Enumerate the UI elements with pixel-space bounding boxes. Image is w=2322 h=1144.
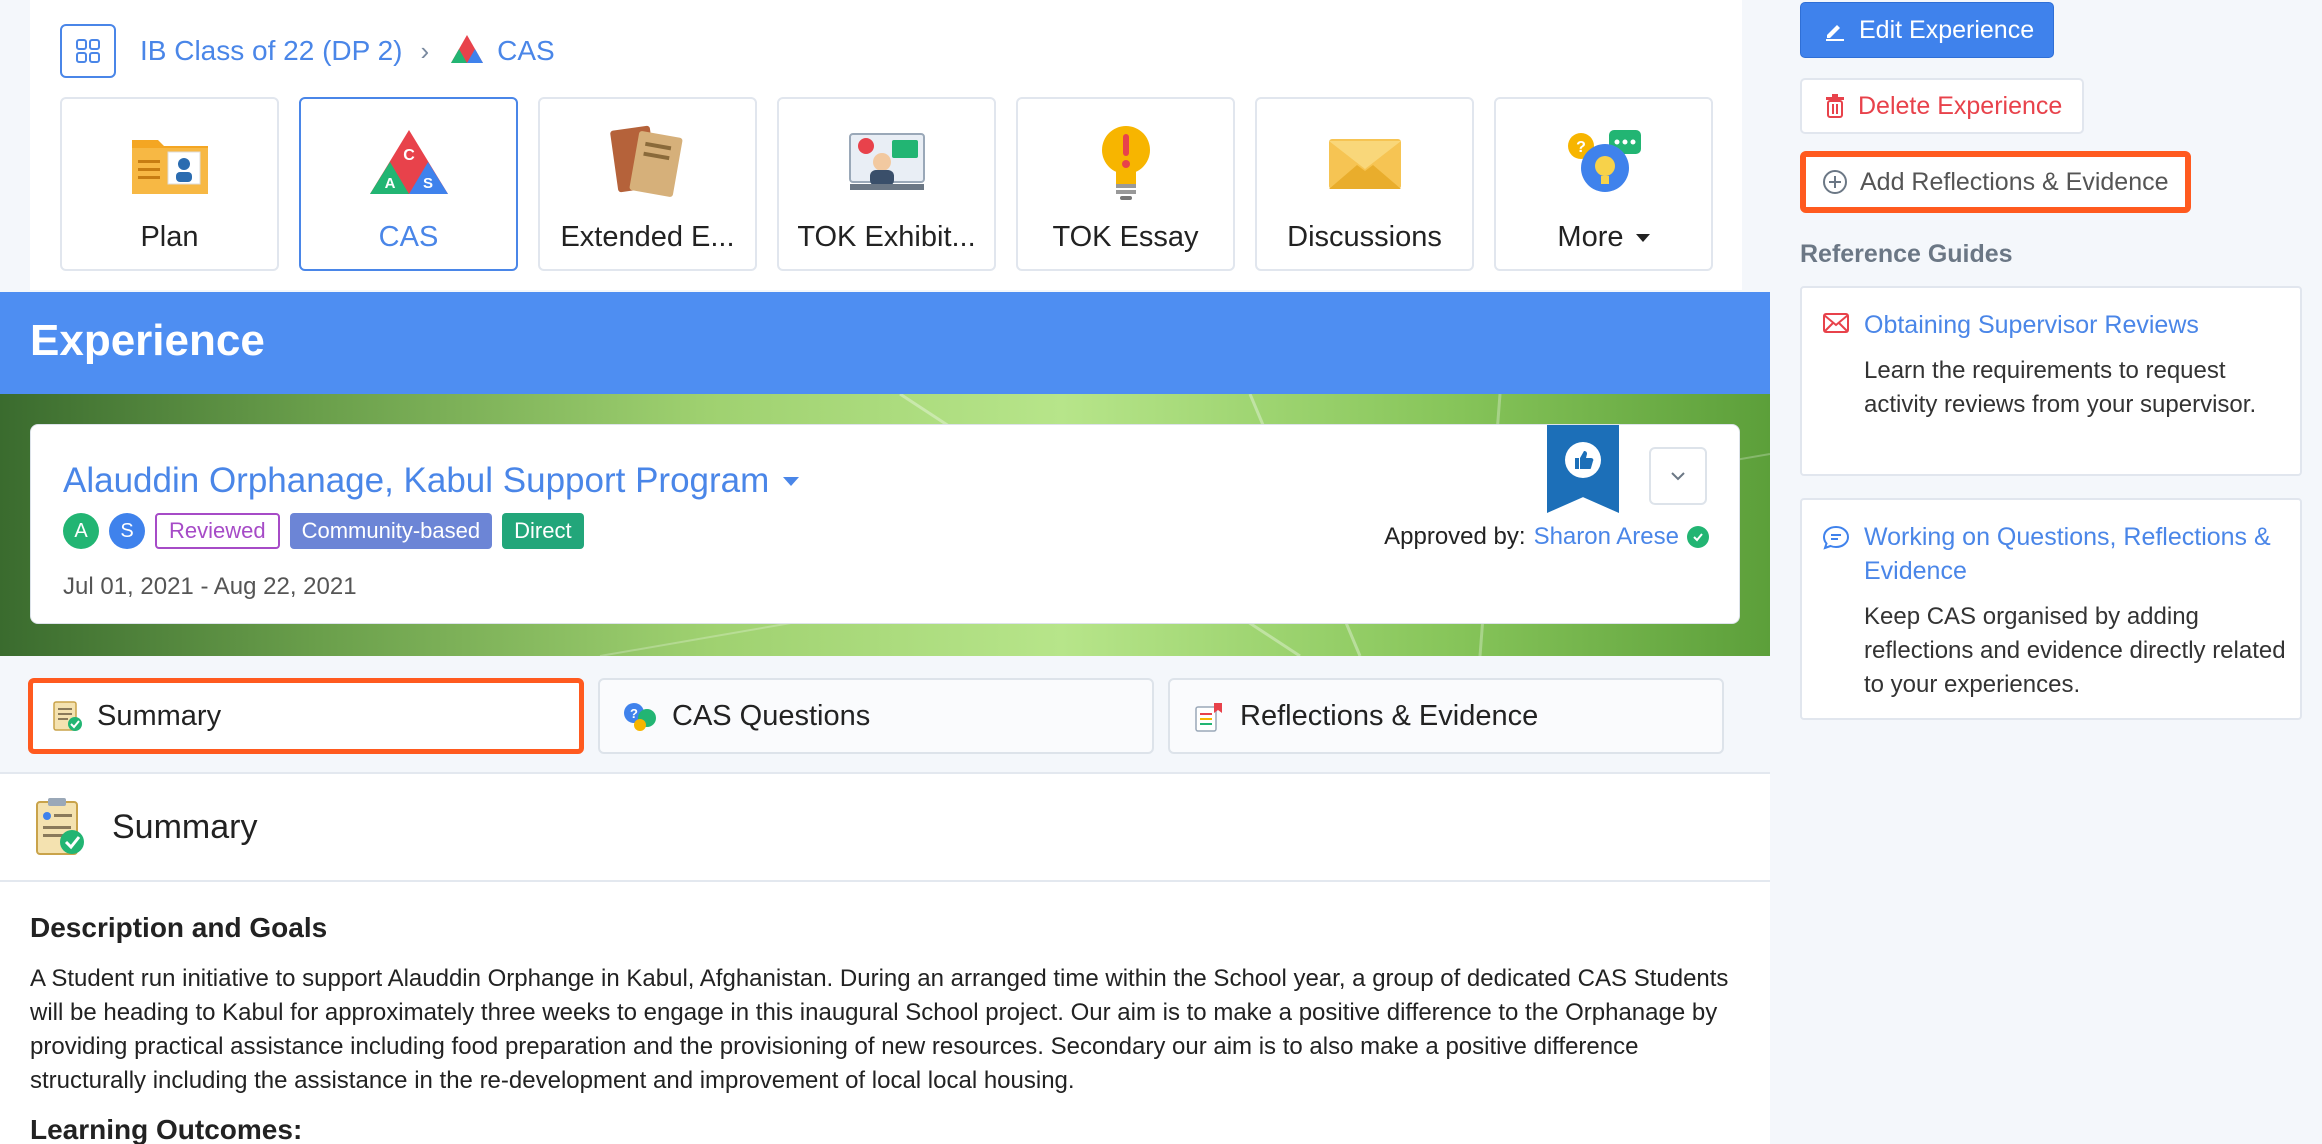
add-reflections-evidence-button[interactable]: Add Reflections & Evidence	[1800, 151, 2191, 213]
lightbulb-icon	[1096, 121, 1156, 203]
experience-options-button[interactable]	[1649, 447, 1707, 505]
svg-text:C: C	[403, 147, 415, 164]
more-label: More	[1557, 221, 1624, 253]
chevron-right-icon: ›	[420, 35, 430, 66]
folder-plan-icon	[128, 121, 212, 203]
tile-label: Plan	[140, 221, 199, 253]
guide-link[interactable]: Working on Questions, Reflections & Evid…	[1864, 520, 2289, 588]
tab-label: Reflections & Evidence	[1240, 699, 1539, 732]
tab-reflections-evidence[interactable]: Reflections & Evidence	[1168, 678, 1724, 754]
books-icon	[608, 121, 688, 203]
experience-title: Alauddin Orphanage, Kabul Support Progra…	[63, 461, 770, 500]
svg-text:S: S	[422, 175, 432, 192]
experience-header-title: Experience	[30, 316, 265, 365]
learning-outcomes-heading: Learning Outcomes:	[30, 1114, 303, 1144]
guide-link[interactable]: Obtaining Supervisor Reviews	[1864, 308, 2289, 342]
breadcrumb: IB Class of 22 (DP 2) › CAS	[60, 24, 555, 78]
envelope-icon	[1325, 121, 1405, 203]
tile-tok-essay[interactable]: TOK Essay	[1016, 97, 1235, 271]
tab-summary[interactable]: Summary	[28, 678, 584, 754]
experience-title-dropdown[interactable]: Alauddin Orphanage, Kabul Support Progra…	[63, 461, 800, 501]
edit-experience-button[interactable]: Edit Experience	[1800, 2, 2054, 58]
envelope-outline-icon	[1822, 312, 1850, 339]
tab-cas-questions[interactable]: ? CAS Questions	[598, 678, 1154, 754]
caret-down-icon	[1635, 234, 1650, 243]
summary-header: Summary	[0, 774, 1770, 882]
pencil-icon	[1823, 18, 1847, 42]
thumbs-up-ribbon	[1547, 425, 1619, 513]
experience-header: Experience	[0, 292, 1770, 394]
delete-label: Delete Experience	[1858, 91, 2063, 120]
chevron-down-icon	[1671, 472, 1685, 481]
tile-extended-essay[interactable]: Extended E...	[538, 97, 757, 271]
experience-tags: A S Reviewed Community-based Direct	[63, 513, 584, 549]
presentation-icon	[846, 121, 928, 203]
tile-label: TOK Exhibit...	[797, 221, 976, 253]
apps-grid-button[interactable]	[60, 24, 116, 78]
grid-icon	[76, 39, 100, 63]
reflections-icon	[1192, 699, 1226, 733]
description-text: A Student run initiative to support Alau…	[30, 965, 1729, 1094]
reference-guides-heading: Reference Guides	[1800, 240, 2013, 268]
check-circle-icon	[1687, 526, 1709, 548]
avatar[interactable]: S	[109, 513, 145, 549]
mode-badge: Direct	[502, 513, 584, 549]
caret-down-icon	[783, 476, 800, 486]
approved-by: Approved by: Sharon Arese	[1384, 523, 1709, 551]
trash-icon	[1824, 93, 1846, 119]
description-heading: Description and Goals	[30, 912, 328, 943]
tile-plan[interactable]: Plan	[60, 97, 279, 271]
cas-logo-icon	[449, 33, 485, 70]
guide-description: Learn the requirements to request activi…	[1864, 357, 2257, 418]
delete-experience-button[interactable]: Delete Experience	[1800, 78, 2084, 134]
supervisor-link[interactable]: Sharon Arese	[1534, 523, 1679, 551]
add-label: Add Reflections & Evidence	[1860, 167, 2169, 196]
chat-bubble-icon	[1822, 524, 1850, 557]
guide-description: Keep CAS organised by adding reflections…	[1864, 603, 2286, 698]
summary-title: Summary	[112, 807, 258, 846]
app-tiles: Plan C A S CAS Extended E... TOK Exhibit…	[60, 97, 1713, 271]
svg-text:?: ?	[630, 706, 638, 721]
tile-label: CAS	[378, 221, 439, 253]
thumbs-up-icon	[1565, 442, 1601, 478]
type-badge: Community-based	[289, 513, 493, 549]
tile-tok-exhibition[interactable]: TOK Exhibit...	[777, 97, 996, 271]
tile-discussions[interactable]: Discussions	[1255, 97, 1474, 271]
svg-text:A: A	[384, 175, 395, 192]
breadcrumb-current[interactable]: CAS	[497, 35, 555, 67]
tab-label: CAS Questions	[672, 699, 871, 732]
top-card: IB Class of 22 (DP 2) › CAS Plan C A S C…	[30, 0, 1742, 290]
tab-label: Summary	[97, 699, 222, 732]
tile-label: More	[1557, 221, 1650, 254]
edit-label: Edit Experience	[1859, 15, 2035, 44]
experience-card: Alauddin Orphanage, Kabul Support Progra…	[30, 424, 1740, 624]
plus-circle-icon	[1822, 169, 1848, 195]
tile-label: Discussions	[1287, 221, 1442, 253]
section-tabs: Summary ? CAS Questions Reflections & Ev…	[28, 678, 1724, 754]
guide-card: Working on Questions, Reflections & Evid…	[1800, 498, 2302, 720]
tile-more[interactable]: ? More	[1494, 97, 1713, 271]
chat-bulb-icon: ?	[1563, 121, 1645, 203]
tile-cas[interactable]: C A S CAS	[299, 97, 518, 271]
approved-label: Approved by:	[1384, 523, 1526, 550]
summary-icon	[51, 699, 83, 733]
summary-clipboard-icon	[36, 798, 84, 855]
cas-triangle-icon: C A S	[368, 121, 450, 203]
breadcrumb-class-link[interactable]: IB Class of 22 (DP 2)	[140, 35, 402, 67]
tile-label: TOK Essay	[1052, 221, 1199, 253]
svg-text:?: ?	[1576, 139, 1586, 156]
experience-dates: Jul 01, 2021 - Aug 22, 2021	[63, 573, 357, 600]
avatar[interactable]: A	[63, 513, 99, 549]
status-badge: Reviewed	[155, 513, 280, 549]
guide-card: Obtaining Supervisor Reviews Learn the r…	[1800, 286, 2302, 476]
summary-panel: Summary Description and Goals A Student …	[0, 772, 1770, 1144]
question-bubbles-icon: ?	[622, 700, 658, 732]
tile-label: Extended E...	[560, 221, 735, 253]
